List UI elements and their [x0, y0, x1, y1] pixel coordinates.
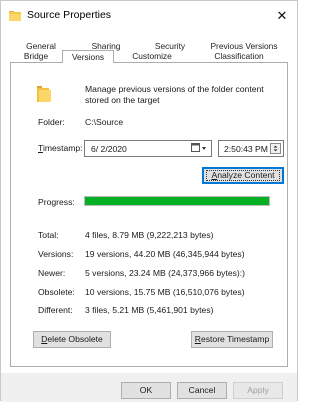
folder-icon	[37, 86, 51, 102]
calendar-dropdown-icon[interactable]	[191, 143, 207, 154]
cancel-button[interactable]: Cancel	[177, 382, 227, 399]
ok-button[interactable]: OK	[121, 382, 171, 399]
stat-label-versions: Versions:	[38, 249, 74, 259]
apply-button[interactable]: Apply	[233, 382, 283, 399]
progress-label: Progress:	[38, 197, 75, 207]
tab-row-bottom: Bridge Versions Customize Classification	[10, 50, 288, 64]
description-text: Manage previous versions of the folder c…	[85, 84, 264, 105]
tab-classification[interactable]: Classification	[190, 50, 288, 63]
stat-label-newer: Newer:	[38, 268, 66, 278]
restore-timestamp-button[interactable]: Restore Timestamp	[191, 331, 273, 348]
stat-value-versions: 19 versions, 44.20 MB (46,345,944 bytes)	[85, 249, 245, 259]
window-title: Source Properties	[27, 9, 112, 21]
time-value: 2:50:43 PM	[224, 144, 268, 154]
analyze-content-button[interactable]: Analyze Content	[202, 167, 284, 184]
tab-customize[interactable]: Customize	[114, 50, 190, 63]
stat-value-different: 3 files, 5.21 MB (5,461,901 bytes)	[85, 305, 214, 315]
timestamp-label: Timestamp:	[38, 143, 83, 153]
stat-value-newer: 5 versions, 23.24 MB (24,373,966 bytes):…	[85, 268, 246, 278]
properties-dialog: Source Properties ✕ General Sharing Secu…	[0, 0, 298, 402]
restore-label: estore Timestamp	[200, 334, 270, 344]
stat-label-total: Total:	[38, 230, 59, 240]
progress-bar	[84, 196, 270, 206]
folder-path: C:\Source	[85, 117, 124, 127]
close-button[interactable]: ✕	[267, 1, 297, 31]
stat-value-total: 4 files, 8.79 MB (9,222,213 bytes)	[85, 230, 214, 240]
tab-bridge[interactable]: Bridge	[10, 50, 62, 63]
title-bar[interactable]: Source Properties ✕	[1, 1, 297, 31]
tab-versions[interactable]: Versions	[62, 50, 114, 64]
timestamp-label-text: imestamp:	[42, 143, 83, 153]
spin-up-down-icon[interactable]	[270, 143, 281, 154]
versions-panel	[10, 63, 288, 367]
time-picker[interactable]: 2:50:43 PM	[218, 140, 284, 157]
stat-value-obsolete: 10 versions, 15.75 MB (16,510,076 bytes)	[85, 287, 245, 297]
folder-icon	[9, 11, 21, 21]
delete-label: elete Obsolete	[47, 334, 103, 344]
date-value: 6/ 2/2020	[91, 144, 127, 154]
delete-obsolete-button[interactable]: Delete Obsolete	[33, 331, 111, 348]
stat-label-different: Different:	[38, 305, 73, 315]
focus-ring	[206, 170, 280, 181]
date-picker[interactable]: 6/ 2/2020	[84, 140, 212, 157]
folder-label: Folder:	[38, 117, 65, 127]
stat-label-obsolete: Obsolete:	[38, 287, 75, 297]
progress-fill	[85, 197, 269, 205]
